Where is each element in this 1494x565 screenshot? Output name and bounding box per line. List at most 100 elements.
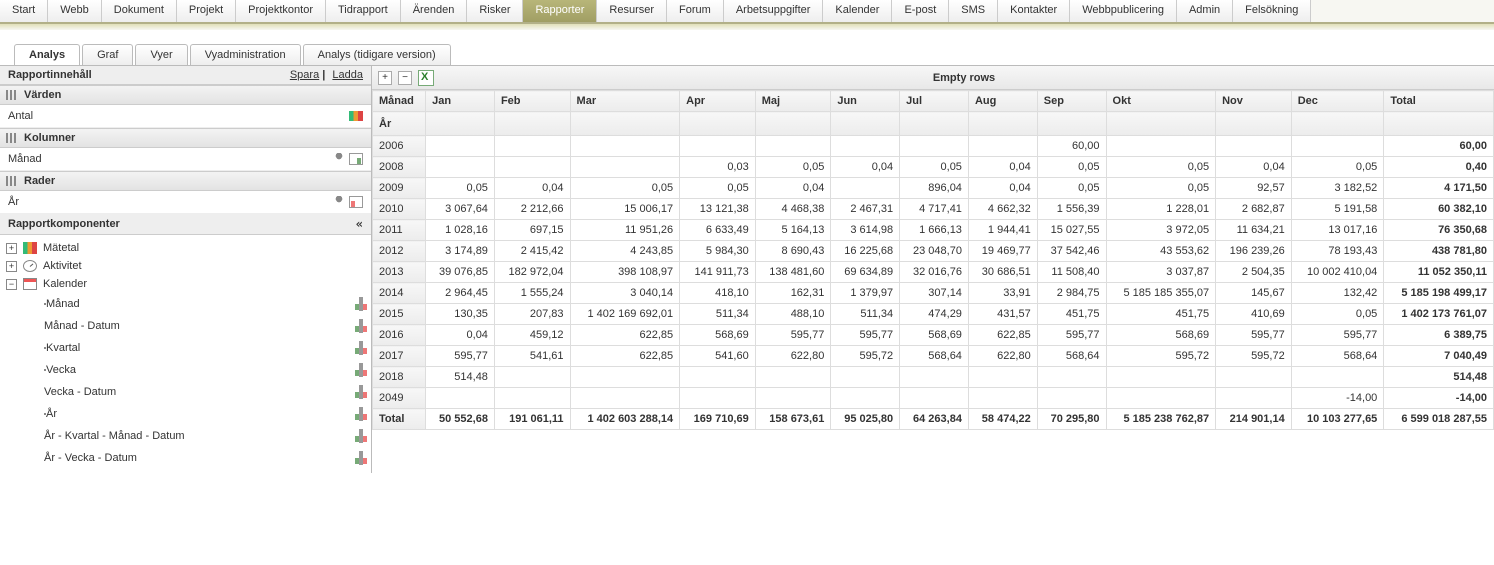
add-column-icon[interactable] [349,153,363,165]
values-item[interactable]: Antal [0,105,371,128]
row-header[interactable]: 2010 [373,199,426,220]
cell: 60,00 [1037,136,1106,157]
nav-tab-risker[interactable]: Risker [467,0,523,22]
cell [755,388,831,409]
cell: 622,85 [570,325,680,346]
subtab-1[interactable]: Graf [82,44,133,65]
tree-child[interactable]: Vecka - Datum [6,381,371,403]
cell: 0,05 [426,178,495,199]
nav-tab-resurser[interactable]: Resurser [597,0,667,22]
tree-node-metric[interactable]: + Mätetal [6,239,371,257]
load-link[interactable]: Ladda [332,69,363,81]
tree-child[interactable]: Månad - Datum [6,315,371,337]
cell: 132,42 [1291,283,1384,304]
nav-tab-webbpublicering[interactable]: Webbpublicering [1070,0,1177,22]
col-header[interactable]: Apr [680,91,756,112]
nav-tab-forum[interactable]: Forum [667,0,724,22]
add-row-icon[interactable] [349,196,363,208]
row-header[interactable]: 2049 [373,388,426,409]
columns-item[interactable]: Månad [0,148,371,171]
excel-export-icon[interactable] [418,70,434,86]
col-header[interactable]: Okt [1106,91,1216,112]
col-header[interactable]: Sep [1037,91,1106,112]
col-header[interactable]: Feb [494,91,570,112]
nav-tab-ärenden[interactable]: Ärenden [401,0,468,22]
expand-all-button[interactable]: + [378,71,392,85]
nav-tab-kalender[interactable]: Kalender [823,0,892,22]
save-link[interactable]: Spara [290,69,319,81]
col-header[interactable]: Dec [1291,91,1384,112]
col-header[interactable]: Aug [968,91,1037,112]
row-header[interactable]: 2018 [373,367,426,388]
row-header[interactable]: 2017 [373,346,426,367]
add-row-icon[interactable] [361,451,363,465]
subtab-2[interactable]: Vyer [135,44,187,65]
expand-icon[interactable]: + [6,243,17,254]
col-header[interactable]: Jan [426,91,495,112]
add-row-icon[interactable] [361,341,363,355]
col-header[interactable]: Maj [755,91,831,112]
collapse-icon[interactable]: − [6,279,17,290]
nav-tab-rapporter[interactable]: Rapporter [523,0,597,22]
subtab-3[interactable]: Vyadministration [190,44,301,65]
row-header[interactable]: 2014 [373,283,426,304]
cell: 0,03 [680,157,756,178]
subtab-4[interactable]: Analys (tidigare version) [303,44,451,65]
tree-child[interactable]: Kvartal [6,337,371,359]
add-row-icon[interactable] [361,363,363,377]
nav-tab-felsökning[interactable]: Felsökning [1233,0,1311,22]
cell: 92,57 [1216,178,1292,199]
nav-tab-tidrapport[interactable]: Tidrapport [326,0,401,22]
col-header[interactable]: Jul [900,91,969,112]
nav-tab-sms[interactable]: SMS [949,0,998,22]
subtab-0[interactable]: Analys [14,44,80,65]
table-row: 20080,030,050,040,050,040,050,050,040,05… [373,157,1494,178]
nav-tab-start[interactable]: Start [0,0,48,22]
nav-tab-e-post[interactable]: E-post [892,0,949,22]
nav-tab-admin[interactable]: Admin [1177,0,1233,22]
row-header[interactable]: 2012 [373,241,426,262]
add-row-icon[interactable] [361,429,363,443]
row-header[interactable]: 2006 [373,136,426,157]
nav-tab-dokument[interactable]: Dokument [102,0,177,22]
nav-tab-webb[interactable]: Webb [48,0,102,22]
add-row-icon[interactable] [361,385,363,399]
tree-node-activity[interactable]: + Aktivitet [6,257,371,275]
expand-icon[interactable]: + [6,261,17,272]
total-cell: 214 901,14 [1216,409,1292,430]
col-header[interactable]: Jun [831,91,900,112]
cell: 595,77 [426,346,495,367]
cell: 207,83 [494,304,570,325]
chart-icon[interactable] [349,111,363,121]
col-header[interactable]: Nov [1216,91,1292,112]
row-header[interactable]: 2011 [373,220,426,241]
row-header[interactable]: 2009 [373,178,426,199]
add-row-icon[interactable] [361,297,363,311]
nav-tab-arbetsuppgifter[interactable]: Arbetsuppgifter [724,0,824,22]
tree-child[interactable]: Månad [6,293,371,315]
add-row-icon[interactable] [361,407,363,421]
tree-child[interactable]: År - Kvartal - Månad - Datum [6,425,371,447]
cell [1216,388,1292,409]
tree-child[interactable]: År - Vecka - Datum [6,447,371,469]
cell: 11 508,40 [1037,262,1106,283]
nav-tab-projektkontor[interactable]: Projektkontor [236,0,326,22]
row-header[interactable]: 2015 [373,304,426,325]
tree-child[interactable]: Vecka [6,359,371,381]
nav-tab-kontakter[interactable]: Kontakter [998,0,1070,22]
filter-icon[interactable] [333,153,345,165]
tree-child[interactable]: År [6,403,371,425]
filter-icon[interactable] [333,196,345,208]
rows-item[interactable]: År [0,191,371,214]
row-total: 0,40 [1384,157,1494,178]
collapse-all-button[interactable]: − [398,71,412,85]
row-header[interactable]: 2008 [373,157,426,178]
tree-node-calendar[interactable]: − Kalender [6,275,371,293]
col-header[interactable]: Mar [570,91,680,112]
nav-tab-projekt[interactable]: Projekt [177,0,236,22]
collapse-icon[interactable]: « [356,217,363,231]
table-row: 2049-14,00-14,00 [373,388,1494,409]
row-header[interactable]: 2016 [373,325,426,346]
row-header[interactable]: 2013 [373,262,426,283]
add-row-icon[interactable] [361,319,363,333]
